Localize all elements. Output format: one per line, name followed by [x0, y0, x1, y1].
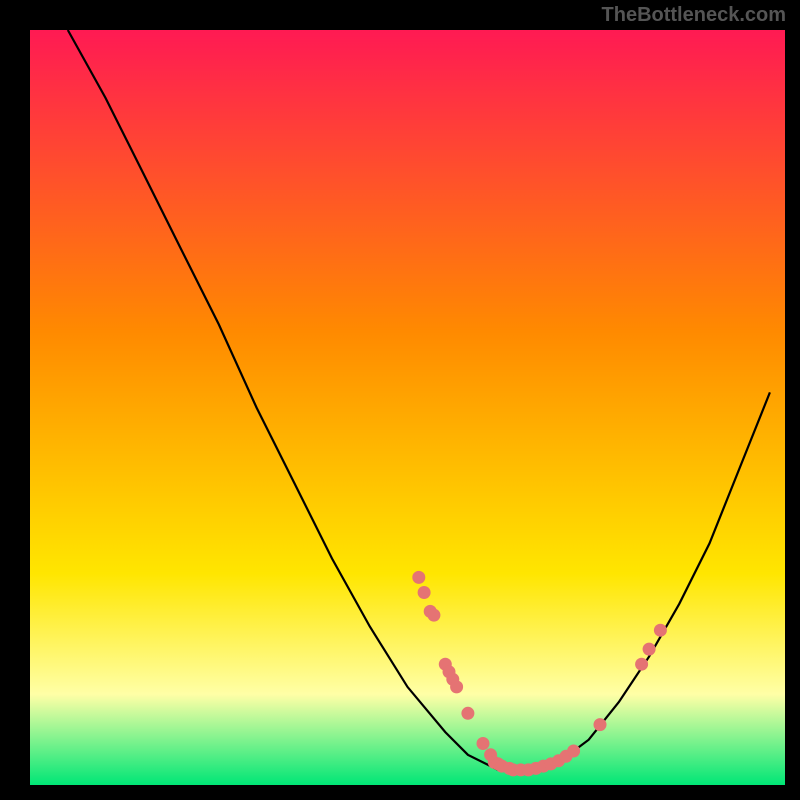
data-dot: [635, 658, 648, 671]
data-dot: [418, 586, 431, 599]
plot-border: [0, 785, 800, 800]
data-dot: [450, 680, 463, 693]
chart-svg: [0, 0, 800, 800]
data-dot: [477, 737, 490, 750]
chart-container: TheBottleneck.com: [0, 0, 800, 800]
data-dot: [427, 609, 440, 622]
plot-border: [785, 0, 800, 800]
data-dot: [594, 718, 607, 731]
data-dot: [654, 624, 667, 637]
data-dot: [643, 643, 656, 656]
watermark-text: TheBottleneck.com: [602, 4, 786, 27]
plot-border: [0, 0, 30, 800]
data-dot: [567, 745, 580, 758]
data-dot: [412, 571, 425, 584]
data-dot: [461, 707, 474, 720]
plot-background: [30, 30, 785, 785]
